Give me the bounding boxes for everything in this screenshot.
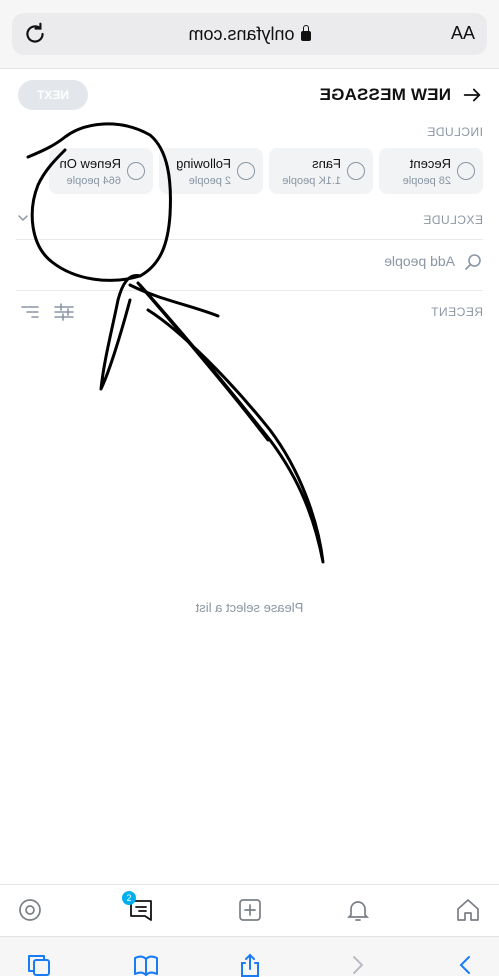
list-name: Fans <box>312 156 341 171</box>
list-count: 28 people <box>402 175 451 187</box>
list-chip-renew-on[interactable]: Renew On 664 people <box>49 148 153 194</box>
list-count: 2 people <box>188 175 231 187</box>
reload-icon[interactable] <box>22 21 48 47</box>
recent-label: RECENT <box>430 305 483 319</box>
browser-top-bar: AA onlyfans.com <box>0 0 499 69</box>
divider <box>16 290 483 291</box>
share-icon[interactable] <box>236 953 264 977</box>
list-chip-recent[interactable]: Recent 28 people <box>379 148 483 194</box>
divider <box>16 239 483 240</box>
radio-button[interactable] <box>457 162 475 180</box>
bookmarks-icon[interactable] <box>132 953 160 977</box>
messages-badge: 2 <box>122 891 136 905</box>
add-post-icon[interactable] <box>237 897 263 923</box>
list-name: Recent <box>409 156 451 171</box>
app-tab-bar: 2 <box>0 884 499 937</box>
messages-tab[interactable]: 2 <box>122 891 154 923</box>
url-display[interactable]: onlyfans.com <box>12 24 487 45</box>
radio-button[interactable] <box>237 162 255 180</box>
back-arrow-icon[interactable] <box>461 84 483 106</box>
list-chip-following[interactable]: Following 2 people <box>159 148 263 194</box>
browser-toolbar <box>0 936 499 977</box>
home-icon[interactable] <box>455 897 481 923</box>
next-button[interactable]: NEXT <box>18 80 88 110</box>
mirrored-screen: AA onlyfans.com NEW MESSAGE NEXT INCLUDE… <box>0 0 499 977</box>
sort-icon[interactable] <box>19 302 41 322</box>
page-header: NEW MESSAGE NEXT <box>0 68 499 122</box>
radio-button[interactable] <box>347 162 365 180</box>
bell-icon[interactable] <box>345 897 371 923</box>
list-count: 1.1K people <box>282 175 341 187</box>
radio-button[interactable] <box>127 162 145 180</box>
empty-state-text: Please select a list <box>195 600 304 615</box>
list-count: 664 people <box>66 175 121 187</box>
list-name: Following <box>176 156 231 171</box>
chevron-down-icon[interactable] <box>16 211 30 225</box>
page-title: NEW MESSAGE <box>319 85 451 104</box>
url-text: onlyfans.com <box>188 24 295 44</box>
list-chip-fans[interactable]: Fans 1.1K people <box>269 148 373 194</box>
back-chevron-icon[interactable] <box>344 953 372 977</box>
profile-icon[interactable] <box>17 897 43 923</box>
lock-icon <box>300 31 311 41</box>
include-label: INCLUDE <box>426 125 483 139</box>
tabs-icon[interactable] <box>25 953 53 977</box>
search-icon <box>465 254 481 270</box>
add-people-input[interactable] <box>253 252 457 270</box>
forward-chevron-icon[interactable] <box>451 953 479 977</box>
exclude-label: EXCLUDE <box>422 213 483 227</box>
address-bar[interactable]: AA onlyfans.com <box>12 13 487 55</box>
sliders-icon[interactable] <box>53 302 75 322</box>
list-name: Renew On <box>59 156 121 171</box>
